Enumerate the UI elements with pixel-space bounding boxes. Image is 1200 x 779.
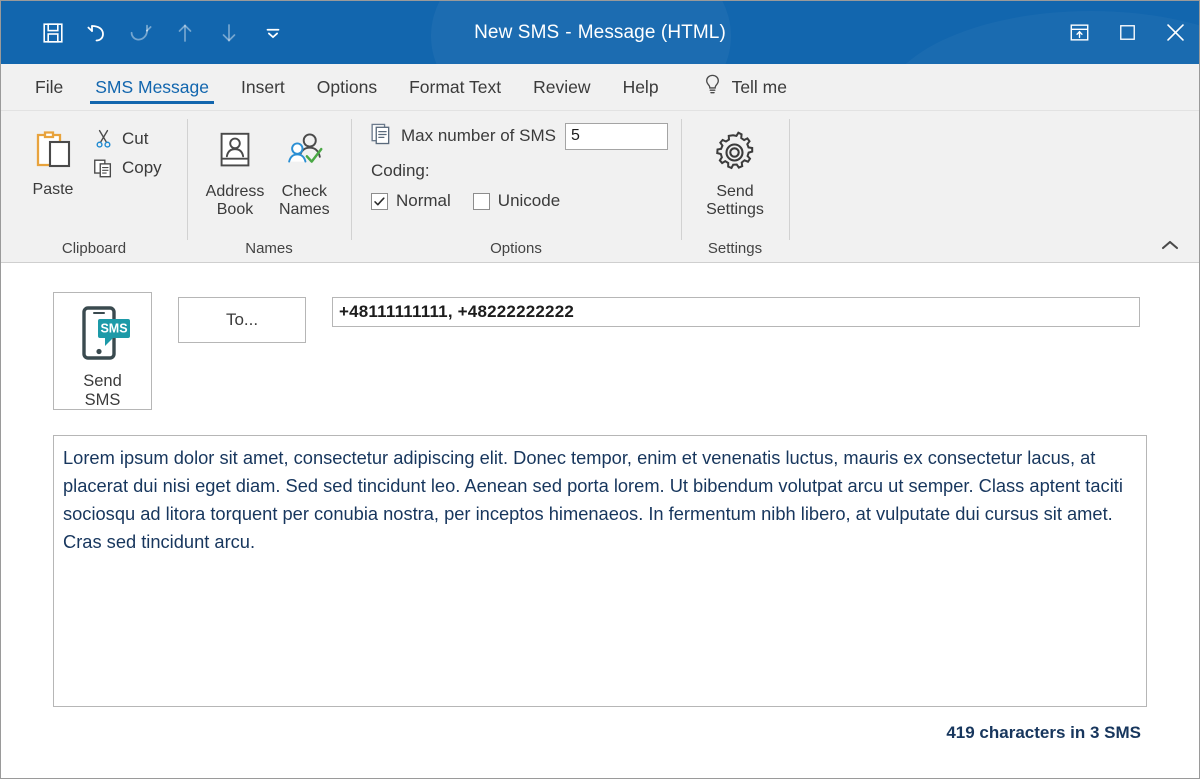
cut-button[interactable]: Cut: [87, 127, 166, 150]
tab-file[interactable]: File: [19, 64, 79, 110]
ribbon-group-options: Max number of SMS Coding: Normal: [351, 111, 681, 262]
tab-sms-message-label: SMS Message: [95, 76, 209, 97]
check-names-button[interactable]: Check Names: [270, 119, 338, 219]
tab-format-text-label: Format Text: [409, 76, 502, 97]
maximize-icon[interactable]: [1103, 1, 1151, 64]
window-title-main: New SMS: [474, 21, 560, 43]
address-book-label-line1: Address: [205, 183, 265, 200]
lightbulb-icon: [703, 73, 722, 101]
to-input[interactable]: [332, 297, 1140, 327]
compose-header-row: SMS Send SMS To...: [1, 263, 1199, 410]
ribbon-group-clipboard: Paste Cut Copy Clipboard: [1, 111, 187, 262]
documents-icon: [371, 122, 392, 150]
character-count-status: 419 characters in 3 SMS: [946, 723, 1141, 742]
message-body-wrap: Lorem ipsum dolor sit amet, consectetur …: [1, 410, 1199, 712]
close-icon[interactable]: [1151, 1, 1199, 64]
coding-options: Normal Unicode: [371, 191, 560, 211]
copy-label: Copy: [122, 158, 162, 177]
paste-icon: [28, 121, 78, 179]
max-sms-row: Max number of SMS: [371, 122, 668, 150]
check-names-label-line2: Names: [279, 200, 330, 218]
ribbon-group-names-label: Names: [245, 240, 293, 257]
ribbon-group-options-label: Options: [490, 240, 542, 257]
ribbon-empty-area: [789, 111, 1199, 262]
ribbon-tab-bar: File SMS Message Insert Options Format T…: [1, 64, 1199, 111]
ribbon-group-clipboard-label: Clipboard: [61, 240, 127, 257]
window-title-separator: -: [565, 21, 572, 43]
send-sms-label: Send SMS: [83, 372, 122, 411]
sms-phone-icon: SMS: [72, 305, 134, 368]
previous-item-icon[interactable]: [163, 11, 207, 55]
tab-insert-label: Insert: [241, 76, 285, 97]
redo-icon[interactable]: [119, 11, 163, 55]
title-bar: New SMS - Message (HTML): [1, 1, 1199, 64]
svg-text:SMS: SMS: [100, 322, 127, 336]
coding-label: Coding:: [371, 161, 430, 180]
tab-format-text[interactable]: Format Text: [393, 64, 517, 110]
ribbon-group-settings: Send Settings Settings: [681, 111, 789, 262]
send-settings-label-line2: Settings: [706, 200, 764, 218]
ribbon-display-options-icon[interactable]: [1055, 1, 1103, 64]
ribbon-group-names: Address Book Check Names Names: [187, 111, 351, 262]
address-book-button[interactable]: Address Book: [200, 119, 271, 219]
message-body-input[interactable]: Lorem ipsum dolor sit amet, consectetur …: [53, 435, 1147, 707]
check-names-label: Check Names: [279, 183, 330, 219]
send-sms-label-line1: Send: [83, 372, 122, 390]
coding-option-normal[interactable]: Normal: [371, 191, 451, 211]
to-row: To...: [152, 292, 1140, 343]
gear-icon: [710, 123, 760, 181]
checkbox-checked-icon[interactable]: [371, 192, 388, 210]
ribbon-group-settings-label: Settings: [707, 240, 763, 257]
cut-label: Cut: [122, 128, 149, 148]
send-settings-label-line1: Send: [716, 183, 754, 200]
paste-button[interactable]: Paste: [19, 117, 87, 199]
window-title-sub: Message (HTML): [577, 21, 726, 43]
customize-quick-access-toolbar-icon[interactable]: [251, 11, 295, 55]
quick-access-toolbar: [1, 11, 295, 55]
tab-insert[interactable]: Insert: [225, 64, 301, 110]
tab-options[interactable]: Options: [301, 64, 393, 110]
scissors-icon: [91, 128, 115, 149]
tab-help-label: Help: [622, 76, 659, 97]
tab-review[interactable]: Review: [517, 64, 606, 110]
max-sms-input[interactable]: [564, 122, 668, 150]
copy-button[interactable]: Copy: [87, 156, 166, 180]
undo-icon[interactable]: [75, 11, 119, 55]
address-book-label: Address Book: [206, 183, 265, 219]
save-icon[interactable]: [31, 11, 75, 55]
compose-area: SMS SendSMS To... Lorem ipsum dolor sit …: [1, 263, 1199, 778]
ribbon: Paste Cut Copy Clipboard Address Book Ch…: [1, 111, 1199, 263]
to-button[interactable]: To...: [178, 297, 306, 343]
coding-option-unicode-label: Unicode: [497, 191, 561, 210]
send-settings-button[interactable]: Send Settings: [700, 119, 770, 219]
address-book-icon: [212, 123, 258, 181]
send-sms-button[interactable]: SMS Send SMS: [53, 292, 152, 410]
max-sms-label: Max number of SMS: [401, 126, 556, 145]
chevron-up-icon[interactable]: [1157, 234, 1183, 256]
send-settings-label: Send Settings: [706, 183, 764, 219]
tell-me-search[interactable]: Tell me: [675, 64, 801, 110]
paste-label: Paste: [32, 181, 74, 198]
coding-option-unicode[interactable]: Unicode: [472, 191, 561, 211]
tell-me-label: Tell me: [731, 76, 787, 97]
check-names-label-line1: Check: [281, 183, 328, 200]
coding-option-normal-label: Normal: [396, 191, 451, 210]
tab-file-label: File: [35, 76, 64, 97]
tab-review-label: Review: [533, 76, 591, 97]
check-names-icon: [281, 123, 327, 181]
window-controls: [1055, 1, 1199, 64]
tab-help[interactable]: Help: [607, 64, 675, 110]
send-sms-label-line2: SMS: [84, 391, 121, 410]
copy-icon: [91, 157, 115, 179]
tab-options-label: Options: [316, 76, 378, 97]
address-book-label-line2: Book: [216, 200, 254, 218]
tab-sms-message[interactable]: SMS Message: [79, 64, 225, 110]
checkbox-unchecked-icon[interactable]: [472, 192, 490, 210]
sms-compose-window: New SMS - Message (HTML) File SMS Messag…: [0, 0, 1200, 779]
next-item-icon[interactable]: [207, 11, 251, 55]
